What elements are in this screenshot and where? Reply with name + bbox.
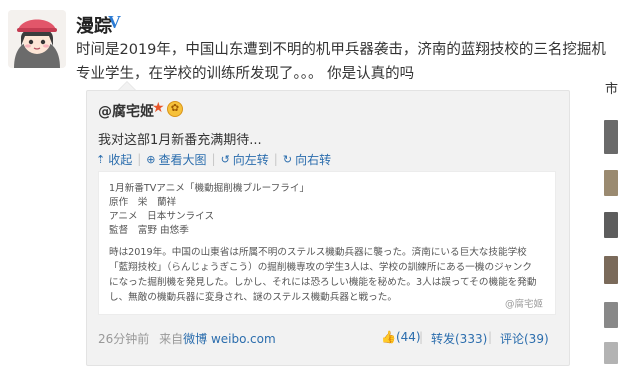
sidebar-thumbnail[interactable] (604, 212, 618, 238)
image-watermark: @腐宅姬 (504, 299, 543, 310)
image-text-line: アニメ 日本サンライス (109, 211, 215, 222)
image-text-line: 1月新番TVアニメ「機動掘削機ブルーフライ」 (109, 183, 310, 194)
image-text-line: し、無敵の機動兵器に変身され、謎のステルス機動兵器と戦った。 (109, 292, 397, 303)
rotate-right-icon: ↻ (282, 152, 293, 166)
sidebar-thumbnail[interactable] (604, 302, 618, 328)
collapse-button[interactable]: ⇡ 收起 (96, 151, 132, 168)
rotate-left-icon: ↺ (220, 152, 230, 166)
like-count: (44) (395, 330, 421, 344)
image-text-line: 「藍翔技校」（らんじょうぎこう）の掘削機専攻の学生3人は、学校の訓練所にある一機… (109, 262, 532, 273)
sidebar-thumbnail[interactable] (604, 342, 618, 364)
source-prefix: 来自 (159, 332, 184, 346)
username[interactable]: 漫踪 (76, 12, 112, 38)
collapse-icon: ⇡ (96, 152, 106, 166)
image-toolbar: ⇡ 收起 | ⊕ 查看大图 | ↺ 向左转 | ↻ 向右转 (96, 151, 331, 167)
star-icon: ★ (152, 100, 165, 116)
divider: | (273, 152, 278, 166)
sidebar-thumbnail[interactable] (604, 170, 618, 196)
post-time[interactable]: 26分钟前 (98, 332, 149, 346)
divider: | (137, 152, 142, 166)
post-image[interactable]: 1月新番TVアニメ「機動掘削機ブルーフライ」 原作 栄 蘭祥 アニメ 日本サンラ… (98, 171, 556, 315)
image-text-line: 監督 富野 由悠季 (109, 225, 189, 236)
image-text-line: になった掘削機を発見した。しかし、それには恐ろしい機能を秘めた。3人は誤ってその… (109, 277, 537, 288)
post-text: 时间是2019年，中国山东遭到不明的机甲兵器袭击，济南的蓝翔技校的三名挖掘机专业… (76, 42, 606, 82)
collapse-label: 收起 (108, 152, 133, 167)
quoted-username[interactable]: @腐宅姬 (98, 101, 154, 121)
magnify-icon: ⊕ (146, 152, 156, 166)
sidebar-thumbnail[interactable] (604, 120, 618, 154)
rotate-left-button[interactable]: ↺ 向左转 (221, 151, 269, 168)
rotate-right-label: 向右转 (295, 152, 332, 167)
divider: | (488, 330, 493, 344)
right-sidebar: 市 (602, 70, 618, 368)
rotate-right-button[interactable]: ↻ 向右转 (283, 151, 331, 168)
sidebar-thumbnail[interactable] (604, 256, 618, 284)
repost-button[interactable]: 转发(333) (431, 330, 487, 347)
avatar[interactable] (8, 10, 66, 68)
comment-button[interactable]: 评论(39) (500, 330, 549, 347)
verified-icon[interactable]: V (108, 12, 121, 33)
image-text-line: 原作 栄 蘭祥 (109, 197, 177, 208)
sidebar-char: 市 (605, 82, 618, 97)
divider: | (419, 330, 424, 344)
source-link[interactable]: 微博 weibo.com (183, 332, 276, 346)
post-meta: 26分钟前 来自微博 weibo.com (98, 330, 276, 347)
rotate-left-label: 向左转 (232, 152, 269, 167)
quoted-text: 我对这部1月新番充满期待... (98, 133, 262, 148)
divider: | (211, 152, 216, 166)
medal-icon: ✿ (167, 101, 183, 117)
image-text-line: 時は2019年。中国の山東省は所属不明のステルス機動兵器に襲った。済南にいる巨大… (109, 247, 527, 258)
view-large-label: 查看大图 (158, 152, 207, 167)
quote-pointer-inner (119, 82, 135, 90)
view-large-button[interactable]: ⊕ 查看大图 (146, 151, 206, 168)
like-button[interactable]: 👍(44) (381, 330, 421, 344)
thumbs-up-icon: 👍 (381, 330, 396, 344)
